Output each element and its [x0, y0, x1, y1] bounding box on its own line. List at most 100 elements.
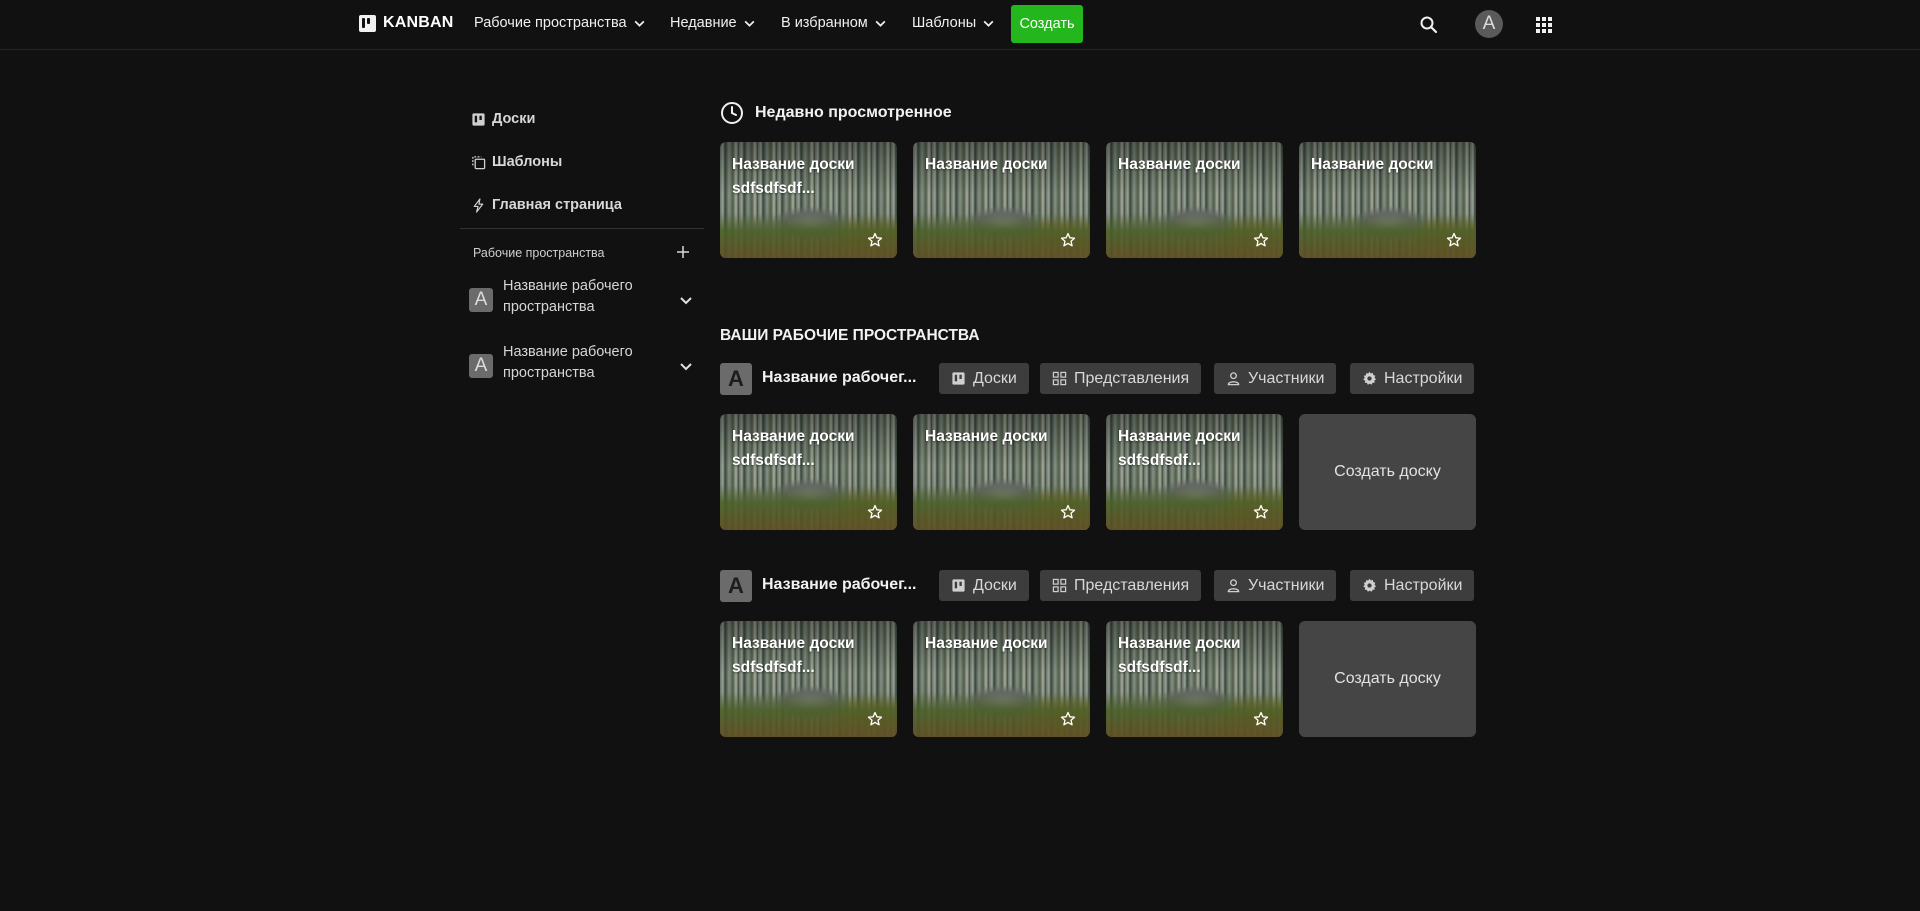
workspace-boards-label: Доски: [973, 369, 1017, 387]
board-icon: [952, 579, 965, 592]
workspace-members-label: Участники: [1248, 369, 1325, 387]
workspace-boards-row: Название доски sdfsdfsdf... Название дос…: [720, 414, 1476, 530]
board-card[interactable]: Название доски: [913, 621, 1090, 737]
nav-workspaces-dropdown[interactable]: Рабочие пространства: [474, 15, 646, 31]
sidebar-workspaces-heading: Рабочие пространства: [473, 246, 605, 260]
star-icon[interactable]: [1253, 711, 1269, 727]
views-grid-icon: [1052, 578, 1067, 593]
workspace-avatar: A: [720, 570, 752, 602]
add-workspace-button[interactable]: [674, 243, 692, 261]
kanban-logo-icon: [359, 14, 376, 32]
logo-text: KANBAN: [383, 14, 454, 31]
board-card[interactable]: Название доски sdfsdfsdf...: [720, 621, 897, 737]
sidebar-workspace-item[interactable]: A Название рабочего пространства: [469, 342, 694, 392]
search-icon: [1420, 16, 1438, 34]
workspace-views-label: Представления: [1074, 576, 1190, 594]
board-title: Название доски: [1311, 156, 1434, 173]
board-card[interactable]: Название доски: [1299, 142, 1476, 258]
workspace-title[interactable]: Название рабочег...: [762, 576, 934, 594]
star-icon[interactable]: [1253, 504, 1269, 520]
templates-icon: [472, 155, 486, 169]
your-workspaces-title: ВАШИ РАБОЧИЕ ПРОСТРАНСТВА: [720, 327, 980, 344]
nav-templates-dropdown[interactable]: Шаблоны: [912, 15, 995, 31]
board-title: Название доски: [925, 156, 1048, 173]
nav-starred-dropdown[interactable]: В избранном: [781, 15, 887, 31]
views-grid-icon: [1052, 371, 1067, 386]
workspace-settings-label: Настройки: [1384, 576, 1463, 594]
board-card[interactable]: Название доски sdfsdfsdf...: [1106, 414, 1283, 530]
workspace-settings-label: Настройки: [1384, 369, 1463, 387]
board-title: Название доски sdfsdfsdf...: [1118, 428, 1241, 469]
workspace-boards-button[interactable]: Доски: [939, 363, 1029, 394]
board-icon: [952, 372, 965, 385]
nav-starred-label: В избранном: [781, 15, 868, 31]
apps-menu-button[interactable]: [1531, 12, 1557, 38]
board-card[interactable]: Название доски sdfsdfsdf...: [1106, 621, 1283, 737]
recent-title-text: Недавно просмотренное: [755, 104, 952, 121]
workspace-views-button[interactable]: Представления: [1040, 570, 1202, 601]
sidebar-link-home[interactable]: Главная страница: [471, 197, 622, 213]
create-board-button[interactable]: Создать доску: [1299, 414, 1476, 530]
workspace-members-button[interactable]: Участники: [1214, 570, 1337, 601]
search-button[interactable]: [1416, 12, 1442, 38]
workspace-views-label: Представления: [1074, 369, 1190, 387]
gear-icon: [1363, 578, 1377, 592]
board-card[interactable]: Название доски: [913, 414, 1090, 530]
chevron-down-icon[interactable]: [678, 292, 694, 308]
board-card[interactable]: Название доски: [913, 142, 1090, 258]
sidebar-link-label: Шаблоны: [492, 154, 563, 170]
star-icon[interactable]: [867, 232, 883, 248]
person-icon: [1227, 579, 1240, 593]
star-icon[interactable]: [867, 504, 883, 520]
nav-workspaces-label: Рабочие пространства: [474, 15, 627, 31]
board-title: Название доски sdfsdfsdf...: [732, 156, 855, 197]
workspace-boards-label: Доски: [973, 576, 1017, 594]
recent-boards-row: Название доски sdfsdfsdf... Название дос…: [720, 142, 1476, 258]
workspace-boards-row: Название доски sdfsdfsdf... Название дос…: [720, 621, 1476, 737]
workspace-members-button[interactable]: Участники: [1214, 363, 1337, 394]
chevron-down-icon: [875, 20, 886, 27]
nav-recent-label: Недавние: [670, 15, 737, 31]
workspace-avatar: A: [469, 354, 493, 378]
person-icon: [1227, 372, 1240, 386]
nav-recent-dropdown[interactable]: Недавние: [670, 15, 756, 31]
workspace-boards-button[interactable]: Доски: [939, 570, 1029, 601]
chevron-down-icon: [744, 20, 755, 27]
chevron-down-icon: [983, 20, 994, 27]
sidebar-link-boards[interactable]: Доски: [471, 111, 535, 127]
workspace-settings-button[interactable]: Настройки: [1350, 363, 1475, 394]
chevron-down-icon[interactable]: [678, 358, 694, 374]
sidebar-link-label: Доски: [492, 111, 536, 127]
board-card[interactable]: Название доски: [1106, 142, 1283, 258]
board-title: Название доски sdfsdfsdf...: [732, 635, 855, 676]
workspace-header: A Название рабочег... Доски Представлени…: [720, 363, 1476, 395]
create-button[interactable]: Создать: [1011, 5, 1083, 43]
workspace-settings-button[interactable]: Настройки: [1350, 570, 1475, 601]
board-icon: [472, 112, 485, 126]
workspace-views-button[interactable]: Представления: [1040, 363, 1202, 394]
star-icon[interactable]: [1060, 504, 1076, 520]
board-title: Название доски sdfsdfsdf...: [732, 428, 855, 469]
workspace-avatar: A: [720, 363, 752, 395]
workspace-avatar: A: [469, 288, 493, 312]
user-avatar[interactable]: A: [1475, 10, 1503, 38]
sidebar-link-label: Главная страница: [492, 197, 622, 213]
sidebar-link-templates[interactable]: Шаблоны: [471, 154, 562, 170]
board-title: Название доски: [925, 635, 1048, 652]
board-card[interactable]: Название доски sdfsdfsdf...: [720, 142, 897, 258]
board-card[interactable]: Название доски sdfsdfsdf...: [720, 414, 897, 530]
grid-apps-icon: [1536, 17, 1552, 33]
star-icon[interactable]: [1253, 232, 1269, 248]
star-icon[interactable]: [1446, 232, 1462, 248]
clock-icon: [721, 102, 743, 124]
create-board-button[interactable]: Создать доску: [1299, 621, 1476, 737]
workspace-name: Название рабочего пространства: [503, 278, 633, 315]
kanban-logo[interactable]: KANBAN: [359, 14, 454, 32]
star-icon[interactable]: [867, 711, 883, 727]
board-title: Название доски: [925, 428, 1048, 445]
star-icon[interactable]: [1060, 232, 1076, 248]
chevron-down-icon: [634, 20, 645, 27]
star-icon[interactable]: [1060, 711, 1076, 727]
sidebar-workspace-item[interactable]: A Название рабочего пространства: [469, 276, 694, 326]
workspace-title[interactable]: Название рабочег...: [762, 369, 934, 387]
